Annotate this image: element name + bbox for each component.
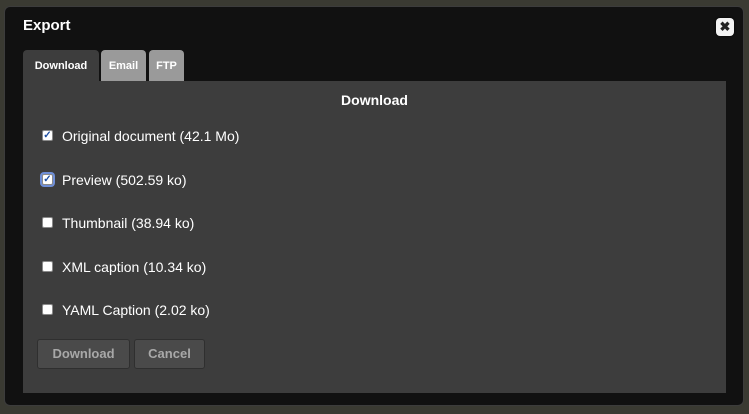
close-icon[interactable]: ✖	[716, 18, 734, 36]
export-dialog: Export ✖ Download Email FTP Download ✓ O…	[4, 6, 744, 406]
option-label: XML caption (10.34 ko)	[62, 259, 207, 275]
checkbox-xml-caption[interactable]	[42, 261, 53, 272]
download-panel: Download ✓ Original document (42.1 Mo) ✓…	[23, 81, 726, 393]
option-label: YAML Caption (2.02 ko)	[62, 302, 210, 318]
panel-title: Download	[341, 92, 408, 108]
option-label: Thumbnail (38.94 ko)	[62, 215, 195, 231]
tab-email[interactable]: Email	[101, 50, 146, 81]
cancel-button[interactable]: Cancel	[134, 339, 205, 369]
checkbox-thumbnail[interactable]	[42, 217, 53, 228]
dialog-title: Export	[23, 17, 71, 34]
tab-ftp[interactable]: FTP	[149, 50, 184, 81]
checkbox-preview[interactable]: ✓	[42, 174, 53, 185]
checkbox-original-document[interactable]: ✓	[42, 130, 53, 141]
option-label: Preview (502.59 ko)	[62, 172, 187, 188]
checkbox-yaml-caption[interactable]	[42, 304, 53, 315]
tab-download[interactable]: Download	[23, 50, 99, 82]
option-label: Original document (42.1 Mo)	[62, 128, 240, 144]
download-button[interactable]: Download	[37, 339, 130, 369]
